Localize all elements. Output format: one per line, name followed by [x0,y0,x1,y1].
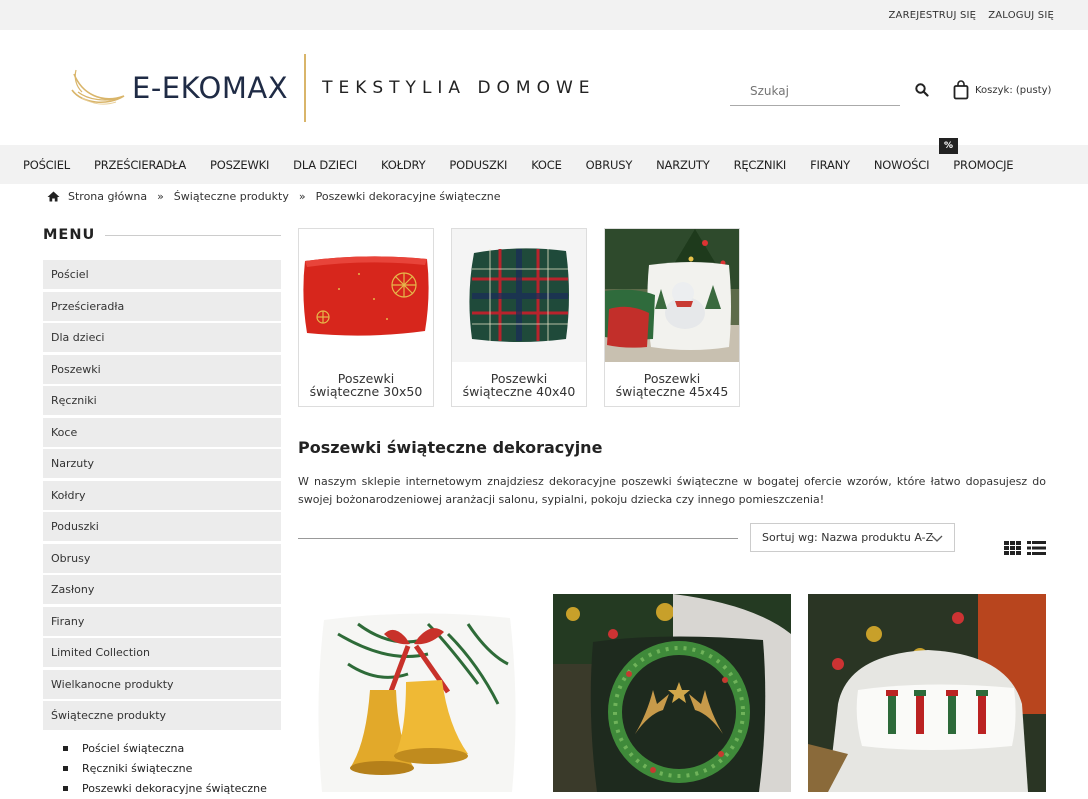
breadcrumb-christmas-products[interactable]: Świąteczne produkty [174,190,289,203]
subcategory-image-tartan-pillow [452,229,586,362]
product-grid [298,594,1048,792]
list-view-icon [1027,541,1046,555]
breadcrumb: Strona główna » Świąteczne produkty » Po… [47,190,501,203]
sort-select-label: Sortuj wg: Nazwa produktu A-Z [762,531,934,544]
product-image-reindeer-pillow [553,594,791,792]
toolbar-divider [298,538,738,539]
sidebar-item-obrusy[interactable]: Obrusy [43,543,281,573]
sidebar-item-wielkanocne[interactable]: Wielkanocne produkty [43,669,281,699]
breadcrumb-current: Poszewki dekoracyjne świąteczne [315,190,501,203]
sidebar-item-dla-dzieci[interactable]: Dla dzieci [43,323,281,352]
main-nav: POŚCIEL PRZEŚCIERADŁA POSZEWKI DLA DZIEC… [0,145,1088,184]
sidebar-item-koce[interactable]: Koce [43,417,281,447]
sidebar-item-poszewki[interactable]: Poszewki [43,354,281,384]
sidebar-item-posciel[interactable]: Pościel [43,260,281,289]
subcategory-label-line2: świąteczne 45x45 [615,383,729,399]
sidebar-subitem-reczniki-swiateczne[interactable]: Ręczniki świąteczne [63,759,281,779]
nav-item-koldry[interactable]: KOŁDRY [369,158,437,172]
category-description: W naszym sklepie internetowym znajdziesz… [298,475,1046,506]
logo-tagline: TEKSTYLIA DOMOWE [322,78,596,98]
chevron-down-icon [931,535,943,542]
sidebar: MENU Pościel Prześcieradła Dla dzieci Po… [43,225,281,799]
promo-badge: % [939,138,958,154]
subcategory-label: Poszewki świąteczne 30x50 [299,372,433,399]
subcategory-label: Poszewki świąteczne 45x45 [605,372,739,399]
sort-select[interactable]: Sortuj wg: Nazwa produktu A-Z [750,523,955,552]
sidebar-item-limited-collection[interactable]: Limited Collection [43,638,281,667]
subcategory-image-red-pillow [299,229,433,362]
grid-view-icon [1004,541,1021,555]
shopping-bag-icon [953,80,969,100]
subcategory-label-line2: świąteczne 30x50 [309,383,423,399]
home-icon [47,191,60,202]
cart-label: Koszyk: (pusty) [975,84,1052,96]
list-view-button[interactable] [1027,540,1046,559]
nav-item-koce[interactable]: KOCE [519,158,573,172]
sidebar-subitem-posciel-swiateczna[interactable]: Pościel świąteczna [63,739,281,759]
grid-view-button[interactable] [1004,540,1021,559]
register-link[interactable]: ZAREJESTRUJ SIĘ [889,10,977,21]
search-button[interactable] [912,80,932,100]
nav-item-poszewki[interactable]: POSZEWKI [198,158,281,172]
nav-item-nowosci[interactable]: NOWOŚCI [862,158,941,172]
product-image-bells-pillow [298,594,538,792]
logo-divider [304,54,307,122]
breadcrumb-home[interactable]: Strona główna [68,190,147,203]
sidebar-item-narzuty[interactable]: Narzuty [43,449,281,478]
sidebar-subitem-poszewki-dekoracyjne[interactable]: Poszewki dekoracyjne świąteczne [63,779,281,799]
nav-item-narzuty[interactable]: NARZUTY [644,158,721,172]
subcategory-label: Poszewki świąteczne 40x40 [452,372,586,399]
nav-item-promocje[interactable]: PROMOCJE [941,158,1025,172]
login-link[interactable]: ZALOGUJ SIĘ [988,10,1054,21]
sidebar-item-firany[interactable]: Firany [43,606,281,636]
breadcrumb-separator: » [298,190,306,203]
sidebar-item-zaslony[interactable]: Zasłony [43,575,281,604]
logo[interactable]: E-EKOMAX TEKSTYLIA DOMOWE [68,53,596,123]
subcategory-tiles: Poszewki świąteczne 30x50 Poszewki świąt… [298,228,740,407]
logo-crescent-icon [71,69,125,105]
product-image-nutcracker-pillow [808,594,1046,792]
product-card[interactable] [553,594,791,792]
subcategory-image-bear-pillow [605,229,739,362]
sidebar-title: MENU [43,225,281,245]
nav-item-firany[interactable]: FIRANY [798,158,862,172]
search-box [730,76,900,106]
nav-item-obrusy[interactable]: OBRUSY [574,158,644,172]
search-icon [915,83,929,97]
sidebar-title-line [105,234,281,236]
sidebar-item-reczniki[interactable]: Ręczniki [43,386,281,415]
sidebar-item-swiateczne[interactable]: Świąteczne produkty [43,701,281,730]
product-card[interactable] [298,594,538,792]
nav-item-reczniki[interactable]: RĘCZNIKI [722,158,799,172]
sidebar-item-koldry[interactable]: Kołdry [43,480,281,510]
cart[interactable]: Koszyk: (pusty) [953,80,1051,100]
logo-brand: E-EKOMAX [132,71,289,105]
sidebar-title-text: MENU [43,227,96,243]
header: E-EKOMAX TEKSTYLIA DOMOWE Koszyk: (pusty… [0,30,1088,145]
nav-item-poduszki[interactable]: PODUSZKI [437,158,519,172]
nav-item-posciel[interactable]: POŚCIEL [11,158,82,172]
sidebar-item-przescieradla[interactable]: Prześcieradła [43,291,281,321]
nav-item-przescieradla[interactable]: PRZEŚCIERADŁA [82,158,198,172]
sidebar-item-poduszki[interactable]: Poduszki [43,512,281,541]
search-input[interactable] [730,76,900,105]
category-list: Pościel Prześcieradła Dla dzieci Poszewk… [43,260,281,730]
subcategory-label-line2: świąteczne 40x40 [462,383,576,399]
nav-item-dla-dzieci[interactable]: DLA DZIECI [281,158,369,172]
product-card[interactable] [808,594,1046,792]
top-bar: ZAREJESTRUJ SIĘ ZALOGUJ SIĘ [0,0,1088,30]
page-title: Poszewki świąteczne dekoracyjne [298,438,603,457]
subcategory-list: Pościel świąteczna Ręczniki świąteczne P… [43,733,281,799]
breadcrumb-separator: » [157,190,164,203]
subcategory-tile[interactable]: Poszewki świąteczne 45x45 [604,228,740,407]
subcategory-tile[interactable]: Poszewki świąteczne 30x50 [298,228,434,407]
subcategory-tile[interactable]: Poszewki świąteczne 40x40 [451,228,587,407]
